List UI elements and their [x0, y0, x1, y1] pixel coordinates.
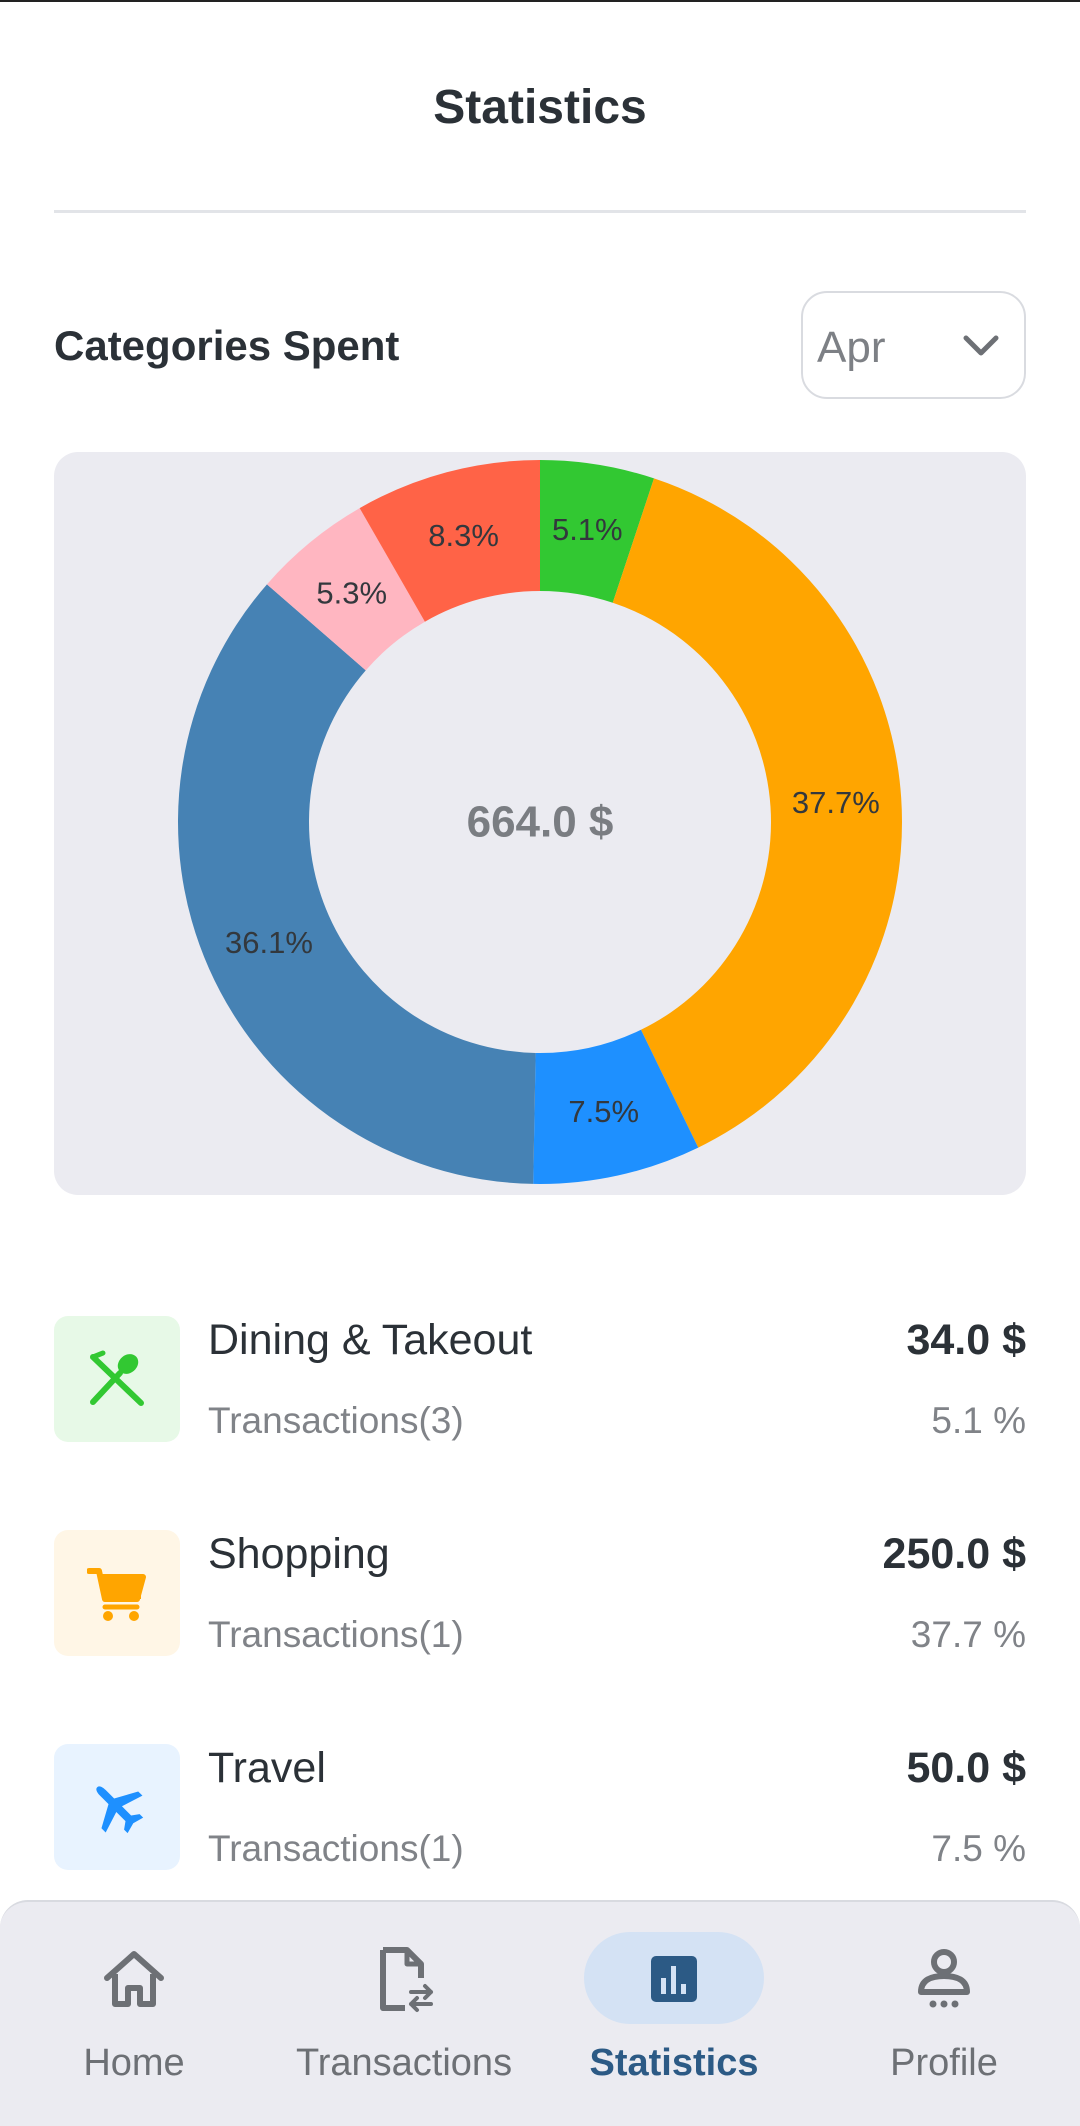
- app-header: Statistics: [0, 0, 1080, 213]
- category-amount: 34.0 $: [906, 1316, 1026, 1364]
- nav-label: Statistics: [589, 2042, 759, 2084]
- nav-label: Transactions: [295, 2042, 513, 2084]
- travel-icon-tile: [54, 1744, 180, 1870]
- nav-profile[interactable]: Profile: [814, 1932, 1074, 2102]
- nav-transactions[interactable]: Transactions: [274, 1932, 534, 2102]
- category-percent: 5.1 %: [931, 1400, 1026, 1441]
- page-title: Statistics: [433, 81, 647, 134]
- donut-slice-label-3: 36.1%: [225, 925, 313, 960]
- nav-label: Home: [83, 2042, 185, 2084]
- nav-statistics[interactable]: Statistics: [544, 1932, 804, 2102]
- donut-slice-label-4: 5.3%: [316, 575, 387, 610]
- donut-chart: 5.1% 37.7% 7.5% 36.1% 5.3% 8.3% 664.0 $: [177, 460, 903, 1184]
- month-value: Apr: [817, 323, 886, 372]
- category-amount: 50.0 $: [906, 1744, 1026, 1792]
- category-row-dining[interactable]: Dining & Takeout Transactions(3) 34.0 $ …: [54, 1316, 1026, 1446]
- transactions-icon: [380, 1947, 433, 2012]
- chart-card: 5.1% 37.7% 7.5% 36.1% 5.3% 8.3% 664.0 $: [54, 452, 1026, 1195]
- section-title: Categories Spent: [54, 322, 400, 369]
- cart-icon: [87, 1568, 146, 1621]
- category-transactions: Transactions(1): [208, 1828, 464, 1869]
- category-transactions: Transactions(3): [208, 1400, 464, 1441]
- category-percent: 37.7 %: [910, 1614, 1026, 1655]
- profile-icon: [918, 1949, 970, 2008]
- donut-slice-label-5: 8.3%: [428, 518, 499, 553]
- donut-center-total: 664.0 $: [467, 798, 614, 847]
- category-name: Dining & Takeout: [208, 1316, 533, 1364]
- bottom-nav: Home Transactions Statistics Profile: [0, 1900, 1080, 2126]
- category-name: Shopping: [208, 1530, 390, 1578]
- chevron-down-icon: [963, 335, 999, 356]
- home-icon: [104, 1951, 164, 2007]
- nav-home[interactable]: Home: [4, 1932, 264, 2102]
- fork-spoon-icon: [90, 1350, 144, 1406]
- nav-label: Profile: [890, 2042, 998, 2084]
- category-percent: 7.5 %: [931, 1828, 1026, 1869]
- donut-slice-label-2: 7.5%: [568, 1094, 639, 1129]
- shopping-icon-tile: [54, 1530, 180, 1656]
- category-name: Travel: [208, 1744, 326, 1792]
- donut-slice-label-0: 5.1%: [552, 512, 623, 547]
- header-divider: [54, 210, 1026, 213]
- statistics-icon: [651, 1956, 697, 2002]
- category-row-shopping[interactable]: Shopping Transactions(1) 250.0 $ 37.7 %: [54, 1530, 1026, 1660]
- donut-slice-3: [177, 584, 536, 1184]
- month-dropdown[interactable]: Apr: [801, 291, 1026, 399]
- category-amount: 250.0 $: [882, 1530, 1026, 1578]
- plane-icon: [96, 1786, 144, 1834]
- category-transactions: Transactions(1): [208, 1614, 464, 1655]
- donut-slice-label-1: 37.7%: [792, 785, 880, 820]
- dining-icon-tile: [54, 1316, 180, 1442]
- category-row-travel[interactable]: Travel Transactions(1) 50.0 $ 7.5 %: [54, 1744, 1026, 1874]
